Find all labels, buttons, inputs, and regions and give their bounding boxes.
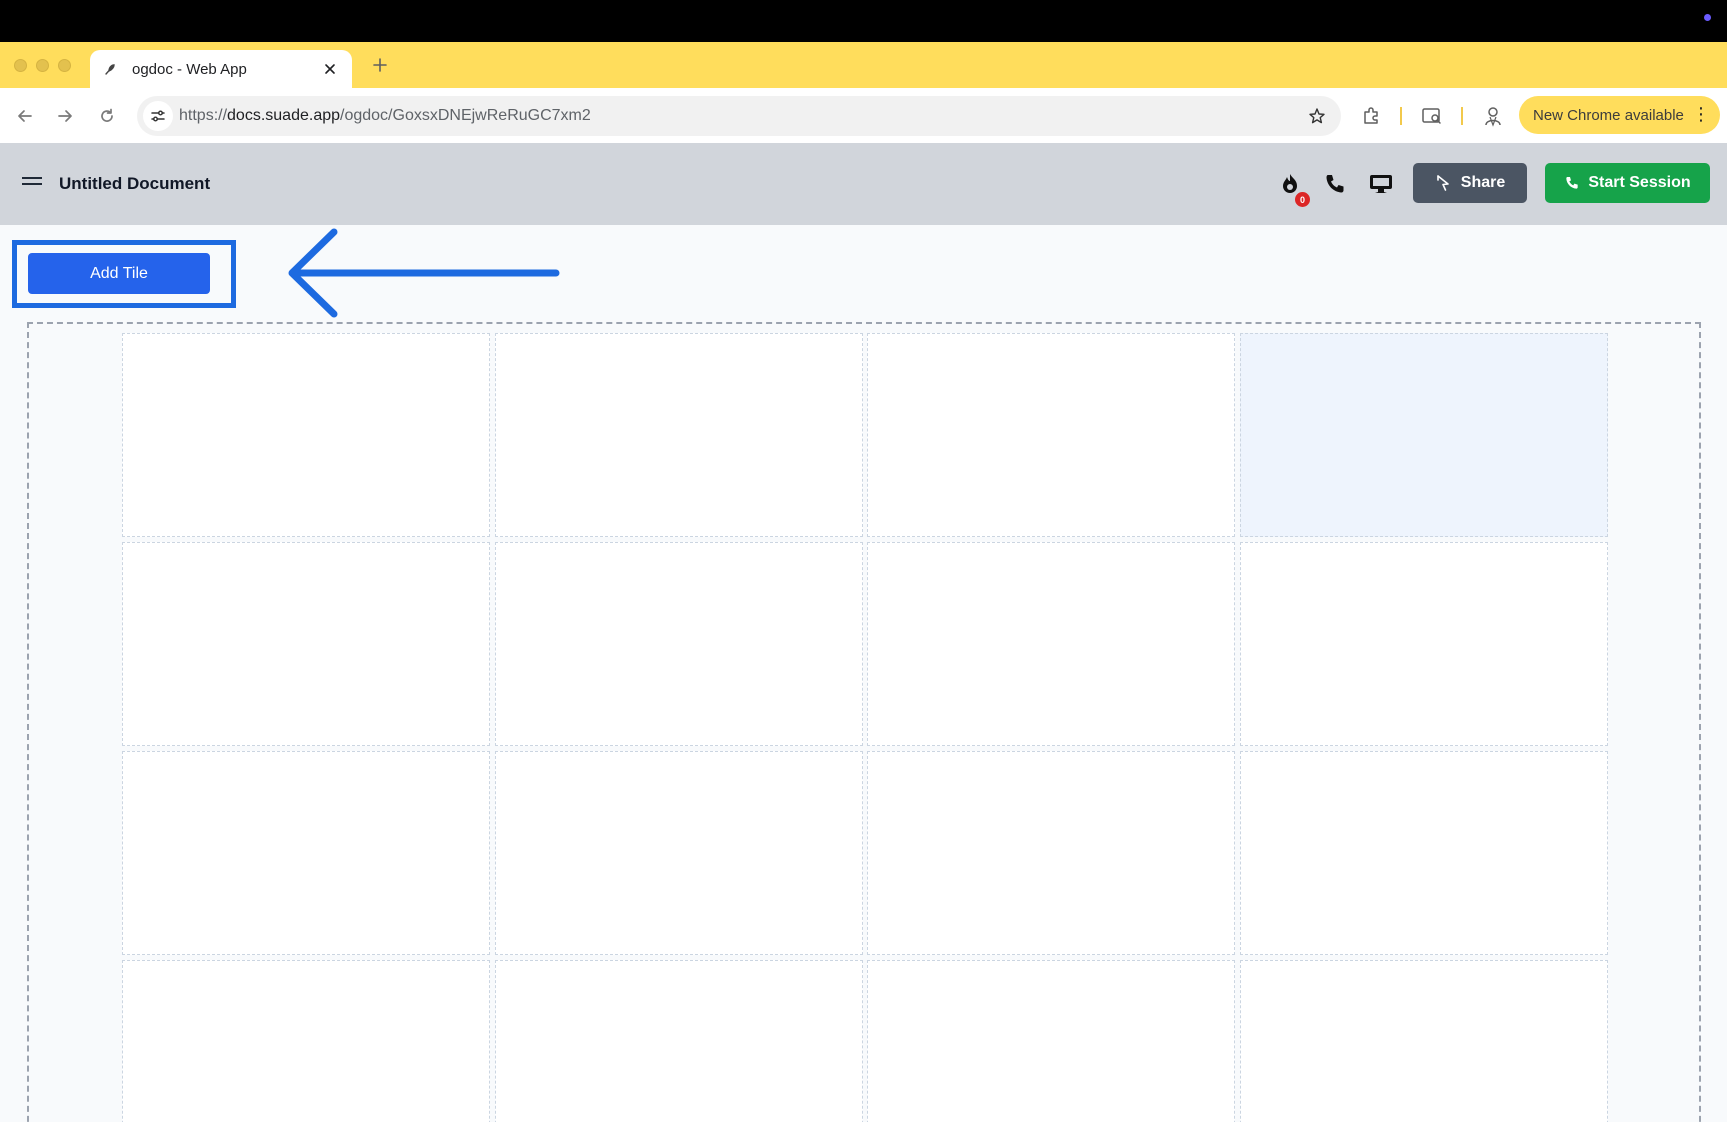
arrow-left-icon (18, 110, 32, 122)
grid-tile[interactable] (867, 751, 1235, 955)
grid-tile-highlighted[interactable] (1240, 333, 1608, 537)
grid-tile[interactable] (122, 333, 490, 537)
url-host: docs.suade.app (227, 107, 341, 124)
url-text[interactable]: https://docs.suade.app/ogdoc/GoxsxDNEjwR… (179, 107, 591, 125)
bookmark-star-icon[interactable] (1307, 106, 1327, 126)
cursor-share-icon (1436, 175, 1449, 191)
browser-toolbar: https://docs.suade.app/ogdoc/GoxsxDNEjwR… (0, 88, 1727, 143)
phone-icon (1566, 177, 1579, 189)
reload-icon (101, 108, 113, 122)
os-menu-bar (0, 0, 1727, 42)
menu-hamburger-icon[interactable] (22, 173, 44, 195)
window-minimize-button[interactable] (36, 59, 49, 72)
new-chrome-available-button[interactable]: New Chrome available ⋮ (1519, 96, 1720, 134)
status-dot-icon (1704, 14, 1711, 21)
grid-tile[interactable] (867, 960, 1235, 1122)
arrow-right-icon (58, 110, 72, 122)
plus-icon (373, 58, 387, 72)
grid-tile[interactable] (867, 542, 1235, 746)
forward-button[interactable] (51, 102, 79, 130)
grid-tile[interactable] (122, 960, 490, 1122)
browser-tab-active[interactable]: ogdoc - Web App (90, 50, 352, 88)
extensions-icon[interactable] (1359, 104, 1383, 128)
grid-tile[interactable] (495, 960, 863, 1122)
address-bar[interactable]: https://docs.suade.app/ogdoc/GoxsxDNEjwR… (137, 96, 1341, 136)
notification-badge: 0 (1295, 192, 1310, 207)
document-title[interactable]: Untitled Document (59, 174, 210, 194)
grid-tile[interactable] (495, 333, 863, 537)
tile-grid (27, 322, 1701, 1122)
grid-tile[interactable] (1240, 960, 1608, 1122)
grid-tile[interactable] (495, 542, 863, 746)
toolbar-divider (1461, 107, 1463, 125)
tune-icon (151, 110, 165, 122)
share-button[interactable]: Share (1413, 163, 1527, 203)
close-icon[interactable] (320, 59, 340, 79)
grid-tile[interactable] (495, 751, 863, 955)
url-scheme: https:// (179, 107, 228, 124)
document-canvas-area: Add Tile (0, 225, 1727, 1122)
browser-tabstrip: ogdoc - Web App (0, 42, 1727, 88)
grid-tile[interactable] (122, 542, 490, 746)
profile-avatar-icon[interactable] (1481, 104, 1505, 128)
start-session-button[interactable]: Start Session (1545, 163, 1710, 203)
feather-icon (102, 61, 118, 77)
url-path: /ogdoc/GoxsxDNEjwReRuGC7xm2 (340, 107, 591, 124)
grid-tile[interactable] (122, 751, 490, 955)
start-session-label: Start Session (1588, 174, 1691, 191)
back-button[interactable] (11, 102, 39, 130)
share-label: Share (1460, 174, 1506, 191)
tab-title: ogdoc - Web App (132, 60, 247, 78)
add-tile-button[interactable]: Add Tile (28, 253, 210, 294)
monitor-icon[interactable] (1366, 169, 1396, 199)
window-close-button[interactable] (14, 59, 27, 72)
new-tab-button[interactable] (366, 51, 394, 79)
screen: ogdoc - Web App https://docs.suade.app/o… (0, 0, 1727, 1122)
grid-tile[interactable] (1240, 542, 1608, 746)
annotation-arrow-icon (288, 228, 560, 318)
app-header: Untitled Document 0 Share Start Session (0, 143, 1727, 225)
phone-icon[interactable] (1320, 169, 1350, 199)
grid-tile[interactable] (867, 333, 1235, 537)
update-label: New Chrome available (1533, 106, 1684, 124)
toolbar-divider (1400, 107, 1402, 125)
reload-button[interactable] (93, 102, 121, 130)
window-zoom-button[interactable] (58, 59, 71, 72)
site-info-button[interactable] (143, 101, 173, 131)
more-vert-icon: ⋮ (1692, 104, 1710, 124)
grid-tile[interactable] (1240, 751, 1608, 955)
tab-search-icon[interactable] (1420, 104, 1444, 128)
